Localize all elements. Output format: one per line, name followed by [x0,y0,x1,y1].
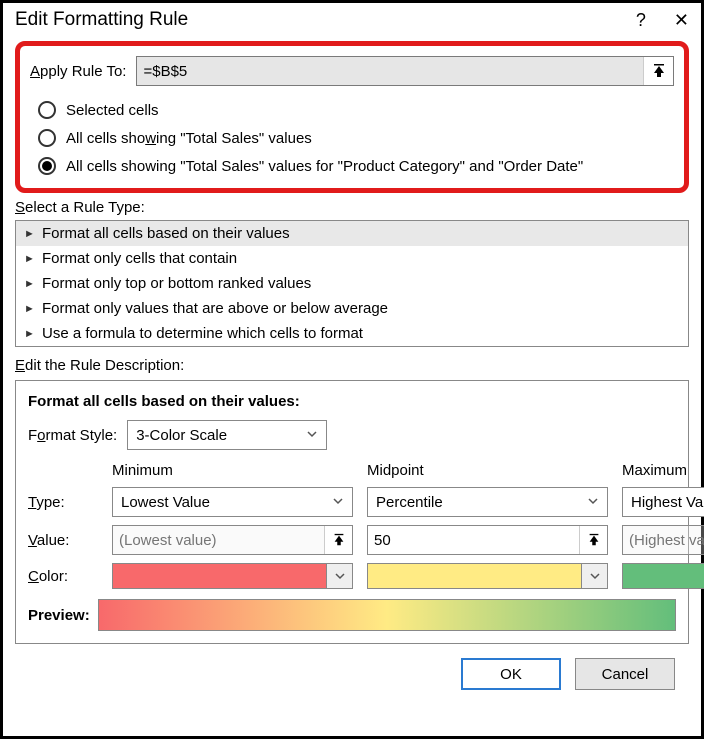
dialog-footer: OK Cancel [15,644,689,704]
max-type-dropdown[interactable]: Highest Value [622,487,704,517]
max-color-dropdown[interactable] [622,563,704,589]
apply-option-all-cells-field-items[interactable]: All cells showing "Total Sales" values f… [30,152,674,180]
apply-rule-label: Apply Rule To: [30,63,126,80]
arrow-up-icon [332,533,346,547]
arrow-right-icon: ► [24,303,36,315]
col-header-max: Maximum [622,462,704,479]
rule-type-item[interactable]: ►Format all cells based on their values [16,221,688,246]
cancel-button[interactable]: Cancel [575,658,675,690]
format-style-dropdown[interactable]: 3-Color Scale [127,420,327,450]
apply-rule-input[interactable] [137,57,643,85]
chevron-down-icon [332,494,344,511]
arrow-right-icon: ► [24,328,36,340]
col-header-min: Minimum [112,462,353,479]
mid-color-dropdown[interactable] [367,563,608,589]
preview-gradient [98,599,676,631]
chevron-down-icon [326,564,352,588]
radio-label: All cells showing "Total Sales" values [66,130,312,147]
apply-rule-input-wrap [136,56,674,86]
arrow-right-icon: ► [24,278,36,290]
color-swatch [623,564,704,588]
arrow-right-icon: ► [24,228,36,240]
rule-type-item[interactable]: ►Format only cells that contain [16,246,688,271]
collapse-dialog-button[interactable] [579,526,607,554]
apply-option-selected-cells[interactable]: Selected cells [30,96,674,124]
radio-icon [38,129,56,147]
mid-type-dropdown[interactable]: Percentile [367,487,608,517]
rule-type-list[interactable]: ►Format all cells based on their values … [15,220,689,347]
dialog-title: Edit Formatting Rule [15,9,188,31]
min-type-dropdown[interactable]: Lowest Value [112,487,353,517]
color-swatch [368,564,581,588]
color-row-label: Color: [28,568,98,585]
help-button[interactable]: ? [636,10,646,31]
collapse-dialog-button[interactable] [324,526,352,554]
preview-label: Preview: [28,607,90,624]
rule-description-box: Format all cells based on their values: … [15,380,689,644]
rule-desc-label: Edit the Rule Description: [15,357,689,374]
radio-icon [38,157,56,175]
type-row-label: Type: [28,494,98,511]
rule-type-item[interactable]: ►Format only top or bottom ranked values [16,271,688,296]
col-header-mid: Midpoint [367,462,608,479]
apply-rule-section: Apply Rule To: Selected cells All cells … [15,41,689,193]
mid-value-input-wrap [367,525,608,555]
color-swatch [113,564,326,588]
min-value-input-wrap [112,525,353,555]
value-row-label: Value: [28,532,98,549]
min-value-input [113,526,324,554]
mid-value-input[interactable] [368,526,579,554]
arrow-up-icon [587,533,601,547]
rule-type-item[interactable]: ►Format only values that are above or be… [16,296,688,321]
arrow-up-icon [651,63,667,79]
max-value-input [623,526,704,554]
titlebar: Edit Formatting Rule ? ✕ [3,3,701,33]
min-color-dropdown[interactable] [112,563,353,589]
chevron-down-icon [306,427,318,444]
chevron-down-icon [581,564,607,588]
rule-type-item[interactable]: ►Use a formula to determine which cells … [16,321,688,346]
format-style-label: Format Style: [28,427,117,444]
collapse-dialog-button[interactable] [643,57,673,85]
radio-icon [38,101,56,119]
max-value-input-wrap [622,525,704,555]
radio-label: Selected cells [66,102,159,119]
arrow-right-icon: ► [24,253,36,265]
apply-option-all-cells-field[interactable]: All cells showing "Total Sales" values [30,124,674,152]
rule-type-label: Select a Rule Type: [15,199,689,216]
chevron-down-icon [587,494,599,511]
ok-button[interactable]: OK [461,658,561,690]
close-button[interactable]: ✕ [674,10,689,31]
rule-desc-title: Format all cells based on their values: [28,393,676,410]
radio-label: All cells showing "Total Sales" values f… [66,158,583,175]
